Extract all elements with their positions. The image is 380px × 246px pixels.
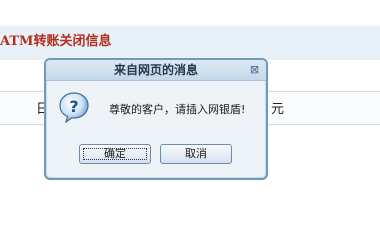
dialog-titlebar[interactable]: 来自网页的消息 ⊠ xyxy=(46,60,266,81)
focus-ring xyxy=(83,148,147,160)
ok-button[interactable]: 确定 xyxy=(79,144,151,164)
svg-text:?: ? xyxy=(69,97,78,116)
message-dialog: 来自网页的消息 ⊠ ? 尊敬的客户，请插入网银盾! 确定 取消 xyxy=(44,58,268,180)
dialog-message: 尊敬的客户，请插入网银盾! xyxy=(109,103,246,116)
dialog-title: 来自网页的消息 xyxy=(113,63,198,77)
page-title: ATM转账关闭信息 xyxy=(0,34,112,49)
close-icon[interactable]: ⊠ xyxy=(248,63,261,76)
cancel-button-label: 取消 xyxy=(185,147,207,160)
question-icon: ? xyxy=(59,92,89,123)
row-right-text: 元 xyxy=(271,102,285,117)
cancel-button[interactable]: 取消 xyxy=(160,144,232,164)
